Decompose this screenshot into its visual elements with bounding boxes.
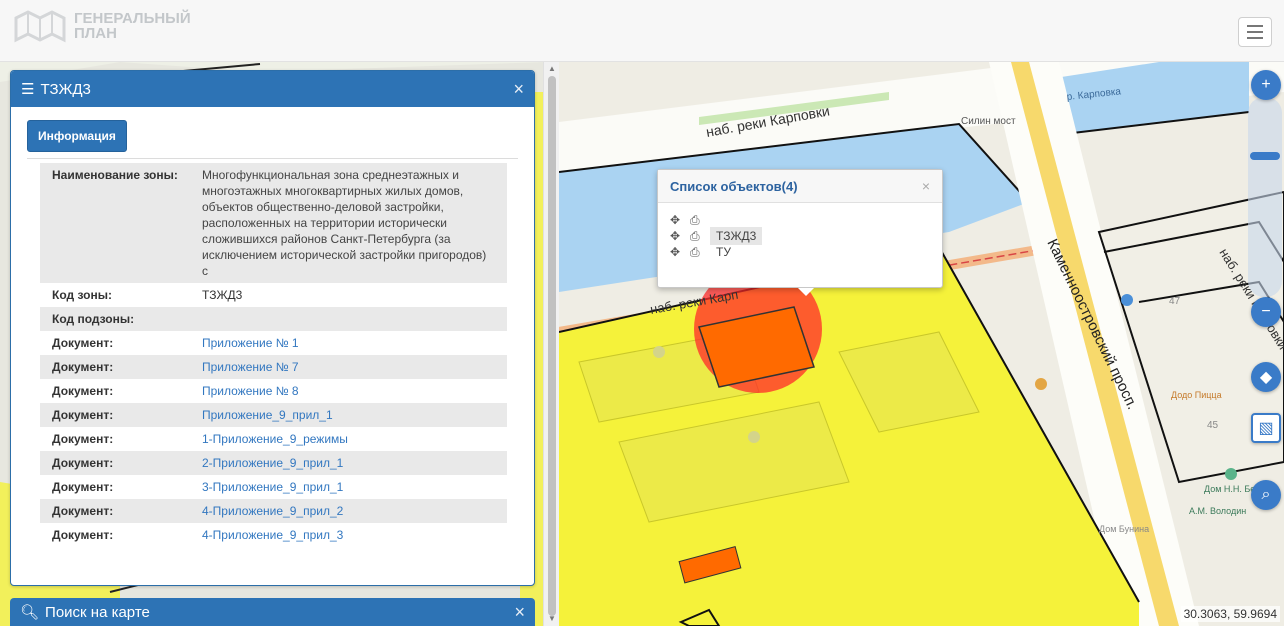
map-label-poi-3: Додо Пицца <box>1171 390 1222 400</box>
print-icon[interactable]: ⎙ <box>690 214 702 226</box>
map-label-poi-4: А.М. Володин <box>1189 506 1246 516</box>
attr-key: Документ: <box>40 355 190 379</box>
zoom-knob[interactable] <box>1250 152 1280 160</box>
zoom-in-button[interactable]: + <box>1251 70 1281 100</box>
objects-popup: Список объектов(4) × ✥ ⎙ ✥ ⎙ ТЗЖД3 ✥ ⎙ Т… <box>657 169 943 296</box>
attr-key: Документ: <box>52 480 114 494</box>
layers-button[interactable]: ◆ <box>1251 362 1281 392</box>
list-item: ✥ ⎙ ТЗЖД3 <box>670 227 930 245</box>
table-row: Документ: 4-Приложение_9_прил_3 <box>40 523 507 547</box>
coordinates-readout: 30.3063, 59.9694 <box>1180 606 1280 622</box>
map-label-45: 45 <box>1207 420 1219 431</box>
panel-title: ТЗЖД3 <box>40 80 91 98</box>
attr-key: Документ: <box>52 528 114 542</box>
document-link[interactable]: Приложение № 1 <box>202 336 299 350</box>
attr-key: Документ: <box>40 451 190 475</box>
zoom-slider[interactable] <box>1248 97 1282 297</box>
popup-header: Список объектов(4) × <box>658 170 942 203</box>
attributes-panel: ☰ ТЗЖД3 × Информация Наименование зоны: … <box>10 70 535 586</box>
move-icon[interactable]: ✥ <box>670 230 682 242</box>
top-header: ГЕНЕРАЛЬНЫЙ ПЛАН <box>0 0 1284 62</box>
list-item: ✥ ⎙ ТУ <box>670 244 930 260</box>
table-row: Код подзоны: <box>40 307 507 331</box>
attr-key: Код зоны: <box>52 288 112 302</box>
logo-icon <box>14 10 66 43</box>
popup-list: ✥ ⎙ ✥ ⎙ ТЗЖД3 ✥ ⎙ ТУ <box>658 203 942 260</box>
search-panel-title: Поиск на карте <box>45 603 150 621</box>
table-row: Документ: 4-Приложение_9_прил_2 <box>40 499 507 523</box>
list-item: ✥ ⎙ <box>670 212 930 228</box>
attributes-table: Наименование зоны: Многофункциональная з… <box>40 163 507 547</box>
table-row: Документ: Приложение_9_прил_1 <box>40 403 507 427</box>
table-row: Код зоны: ТЗЖД3 <box>40 283 507 307</box>
menu-icon <box>1247 25 1263 27</box>
map-label-poi-1: Дом Бунина <box>1099 524 1149 534</box>
document-link[interactable]: Приложение № 7 <box>202 360 299 374</box>
map-label-bridge: Силин мост <box>961 116 1016 127</box>
plus-icon: + <box>1261 76 1271 93</box>
close-icon[interactable]: × <box>514 602 525 623</box>
logo[interactable]: ГЕНЕРАЛЬНЫЙ ПЛАН <box>12 8 191 44</box>
table-row: Документ: 3-Приложение_9_прил_1 <box>40 475 507 499</box>
map-graphics: наб. реки Карповки Силин мост р. Карповк… <box>559 62 1284 626</box>
search-icon: 🔍︎ <box>20 604 40 621</box>
panel-scrollbar[interactable]: ▲ ▼ <box>543 62 559 626</box>
close-icon[interactable]: × <box>922 178 930 194</box>
popup-item-label[interactable]: ТУ <box>710 243 737 261</box>
table-row: Документ: Приложение № 1 <box>40 331 507 355</box>
document-link[interactable]: 2-Приложение_9_прил_1 <box>202 456 343 470</box>
document-link[interactable]: Приложение_9_прил_1 <box>202 408 333 422</box>
document-link[interactable]: Приложение № 8 <box>202 384 299 398</box>
popup-title: Список объектов(4) <box>670 178 798 194</box>
map-label-47: 47 <box>1169 296 1181 307</box>
document-link[interactable]: 3-Приложение_9_прил_1 <box>202 480 343 494</box>
scroll-up-icon[interactable]: ▲ <box>547 64 557 74</box>
minus-icon: − <box>1261 303 1271 320</box>
attr-key: Документ: <box>40 499 190 523</box>
app-root: ГЕНЕРАЛЬНЫЙ ПЛАН ▲ ▼ наб. реки Карповки … <box>0 0 1284 626</box>
move-icon[interactable]: ✥ <box>670 246 682 258</box>
attr-value: ТЗЖД3 <box>202 288 243 302</box>
logo-line-2: ПЛАН <box>74 25 117 42</box>
close-icon[interactable]: × <box>513 79 524 100</box>
layers-icon: ◆ <box>1259 369 1273 386</box>
document-link[interactable]: 4-Приложение_9_прил_3 <box>202 528 343 542</box>
attr-value <box>190 307 507 331</box>
popup-tail <box>798 288 814 296</box>
attr-value: Многофункциональная зона среднеэтажных и… <box>190 163 507 283</box>
map-search-button[interactable]: ⌕ <box>1251 480 1281 510</box>
menu-button[interactable] <box>1238 17 1272 47</box>
attr-key: Документ: <box>52 432 114 446</box>
divider <box>27 158 518 159</box>
table-row: Документ: Приложение № 8 <box>40 379 507 403</box>
table-row: Документ: Приложение № 7 <box>40 355 507 379</box>
attr-key: Наименование зоны: <box>40 163 190 283</box>
document-link[interactable]: 4-Приложение_9_прил_2 <box>202 504 343 518</box>
logo-line-1: ГЕНЕРАЛЬНЫЙ <box>74 10 191 27</box>
draw-button[interactable]: ▧ <box>1251 413 1281 443</box>
popup-item-label[interactable] <box>710 218 722 222</box>
attributes-panel-header: ☰ ТЗЖД3 × <box>11 71 534 107</box>
map-canvas[interactable]: наб. реки Карповки Силин мост р. Карповк… <box>559 62 1284 626</box>
draw-icon: ▧ <box>1258 420 1274 437</box>
info-button[interactable]: Информация <box>27 120 127 152</box>
attr-key: Документ: <box>40 403 190 427</box>
attr-key: Код подзоны: <box>40 307 190 331</box>
scroll-down-icon[interactable]: ▼ <box>547 614 557 624</box>
table-row: Наименование зоны: Многофункциональная з… <box>40 163 507 283</box>
move-icon[interactable]: ✥ <box>670 214 682 226</box>
list-icon: ☰ <box>21 81 35 98</box>
attr-key: Документ: <box>52 336 114 350</box>
search-panel-header[interactable]: 🔍︎ Поиск на карте × <box>10 598 535 626</box>
document-link[interactable]: 1-Приложение_9_режимы <box>202 432 348 446</box>
search-icon: ⌕ <box>1261 486 1271 503</box>
table-row: Документ: 1-Приложение_9_режимы <box>40 427 507 451</box>
print-icon[interactable]: ⎙ <box>690 230 702 242</box>
attr-key: Документ: <box>52 384 114 398</box>
scroll-thumb[interactable] <box>548 76 556 616</box>
table-row: Документ: 2-Приложение_9_прил_1 <box>40 451 507 475</box>
zoom-out-button[interactable]: − <box>1251 297 1281 327</box>
print-icon[interactable]: ⎙ <box>690 246 702 258</box>
